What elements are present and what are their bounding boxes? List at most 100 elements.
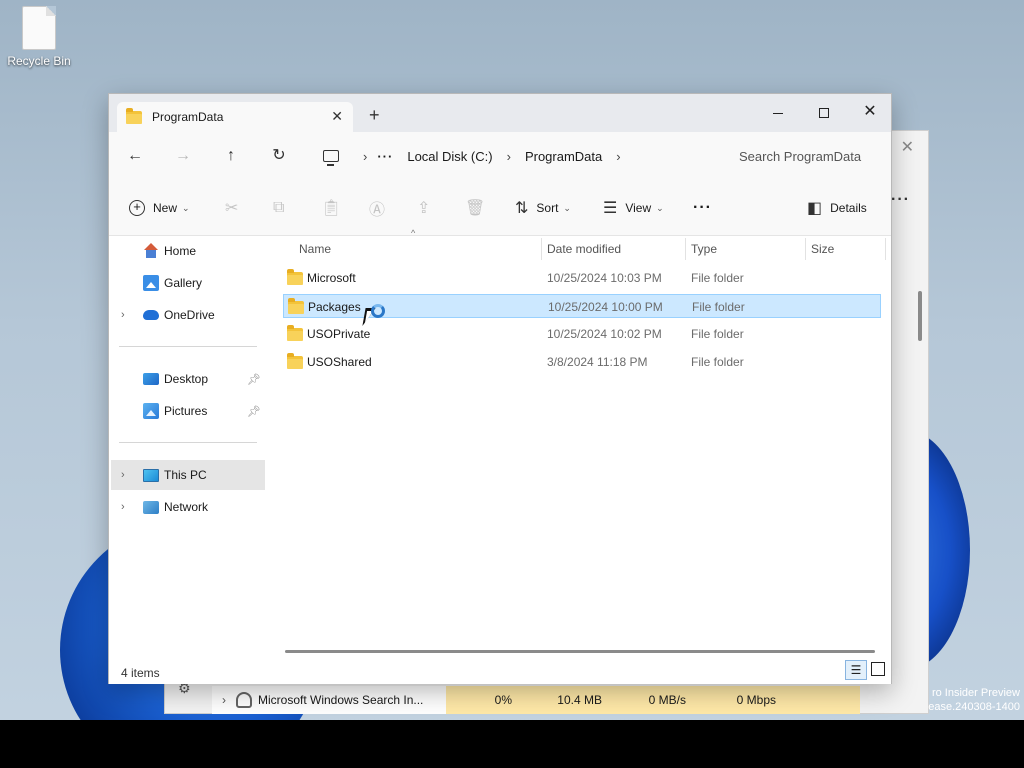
pin-icon[interactable]: 📌︎: [247, 373, 261, 386]
chevron-right-icon[interactable]: ›: [121, 469, 125, 481]
chevron-down-icon: ⌄: [182, 202, 190, 213]
command-bar: + New ⌄ ✂ ⧉ 📋︎ Ⓐ ⇪ 🗑︎ ⇅ Sort ⌄ ☰ View ⌄ …: [109, 180, 891, 236]
back-button[interactable]: ←: [121, 144, 149, 168]
maximize-button[interactable]: [801, 98, 847, 126]
item-count: 4 items: [121, 666, 160, 680]
chevron-right-icon[interactable]: ›: [121, 309, 125, 321]
this-pc-icon: [143, 468, 159, 482]
sidebar-item-network[interactable]: › Network: [111, 492, 265, 522]
column-header-date[interactable]: Date modified: [547, 242, 621, 256]
sidebar-divider: [119, 346, 257, 347]
breadcrumb-overflow-button[interactable]: ···: [377, 149, 393, 164]
sort-label: Sort: [536, 201, 559, 215]
file-type: File folder: [691, 327, 744, 341]
chevron-right-icon[interactable]: ›: [121, 501, 125, 513]
share-button[interactable]: ⇪: [417, 196, 430, 220]
minimize-button[interactable]: [755, 98, 801, 126]
watermark-line: ease.240308-1400: [928, 701, 1020, 713]
forward-button[interactable]: →: [169, 144, 197, 168]
sidebar-item-desktop[interactable]: Desktop 📌︎: [111, 364, 265, 394]
os-watermark: ro Insider Preview ease.240308-1400: [928, 686, 1020, 714]
breadcrumb-separator[interactable]: ›: [507, 149, 511, 164]
see-more-button[interactable]: ···: [693, 196, 712, 220]
file-type: File folder: [691, 271, 744, 285]
table-row[interactable]: USOPrivate 10/25/2024 10:02 PM File fold…: [283, 322, 881, 346]
breadcrumb-programdata[interactable]: ProgramData: [525, 149, 602, 164]
table-row[interactable]: Microsoft 10/25/2024 10:03 PM File folde…: [283, 266, 881, 290]
rename-button[interactable]: Ⓐ: [369, 196, 385, 220]
delete-button[interactable]: 🗑︎: [465, 196, 485, 220]
sidebar-item-label: Pictures: [164, 404, 208, 418]
rename-icon: Ⓐ: [369, 202, 386, 219]
file-explorer-window[interactable]: ProgramData ✕ + ✕ ← → ↑ ↻ › ··· Local Di…: [108, 93, 892, 684]
close-window-button[interactable]: ✕: [847, 98, 893, 126]
column-divider[interactable]: [885, 238, 886, 260]
copy-button[interactable]: ⧉: [273, 196, 284, 220]
sidebar-item-gallery[interactable]: Gallery: [111, 268, 265, 298]
sort-button[interactable]: ⇅ Sort ⌄: [515, 196, 571, 220]
table-row[interactable]: USOShared 3/8/2024 11:18 PM File folder: [283, 350, 881, 374]
address-bar[interactable]: › ··· Local Disk (C:) › ProgramData ›: [313, 138, 715, 174]
tab-title: ProgramData: [152, 110, 224, 124]
cut-button[interactable]: ✂: [225, 196, 238, 220]
up-button[interactable]: ↑: [217, 144, 245, 168]
refresh-button[interactable]: ↻: [265, 144, 293, 168]
user-process-icon: [236, 692, 252, 708]
column-divider[interactable]: [685, 238, 686, 260]
file-list[interactable]: ^ Name Date modified Type Size Microsoft…: [267, 228, 891, 656]
file-name: Packages: [308, 300, 361, 314]
sidebar-item-home[interactable]: Home: [111, 236, 265, 266]
gallery-icon: [143, 275, 159, 291]
sidebar-item-this-pc[interactable]: › This PC: [111, 460, 265, 490]
desktop-folder-icon: [143, 373, 159, 385]
column-header-name[interactable]: Name: [299, 242, 331, 256]
breadcrumb-separator[interactable]: ›: [616, 149, 620, 164]
title-bar[interactable]: ProgramData ✕ + ✕: [109, 94, 891, 132]
details-label: Details: [830, 201, 867, 215]
paste-button[interactable]: 📋︎: [321, 196, 341, 220]
column-header-size[interactable]: Size: [811, 242, 834, 256]
tab-programdata[interactable]: ProgramData ✕: [117, 102, 353, 132]
monitor-icon[interactable]: [323, 150, 339, 166]
sidebar-item-label: Network: [164, 500, 209, 514]
breadcrumb-local-disk[interactable]: Local Disk (C:): [407, 149, 492, 164]
view-label: View: [625, 201, 652, 215]
tab-close-button[interactable]: ✕: [331, 108, 343, 125]
onedrive-icon: [143, 310, 159, 320]
date-modified: 10/25/2024 10:03 PM: [547, 271, 662, 285]
pin-icon[interactable]: 📌︎: [247, 405, 261, 418]
column-divider[interactable]: [805, 238, 806, 260]
details-pane-icon: ◧: [807, 200, 823, 217]
close-icon[interactable]: ✕: [901, 137, 914, 157]
sidebar-item-onedrive[interactable]: › OneDrive: [111, 300, 265, 330]
recycle-bin-label: Recycle Bin: [7, 54, 71, 68]
more-options-icon[interactable]: ···: [891, 191, 910, 209]
chevron-right-icon[interactable]: ›: [212, 693, 236, 707]
search-input[interactable]: Search ProgramData: [725, 138, 889, 174]
pictures-folder-icon: [143, 403, 159, 419]
column-header-type[interactable]: Type: [691, 242, 717, 256]
new-tab-button[interactable]: +: [369, 105, 380, 126]
column-divider[interactable]: [541, 238, 542, 260]
home-icon: [143, 243, 159, 259]
large-icons-view-button[interactable]: [871, 662, 885, 676]
view-list-icon: ☰: [603, 200, 618, 217]
details-pane-button[interactable]: ◧ Details: [807, 196, 867, 220]
new-button[interactable]: + New ⌄: [129, 196, 190, 220]
watermark-line: ro Insider Preview: [931, 687, 1020, 699]
add-icon: +: [129, 200, 145, 216]
folder-icon: [287, 353, 303, 369]
file-name: Microsoft: [307, 271, 356, 285]
process-row[interactable]: › Microsoft Windows Search In... 0% 10.4…: [212, 686, 860, 714]
sort-ascending-icon: ^: [411, 228, 416, 238]
scrollbar[interactable]: [918, 291, 922, 341]
view-button[interactable]: ☰ View ⌄: [603, 196, 664, 220]
details-view-button[interactable]: ☰: [845, 660, 867, 680]
horizontal-scrollbar[interactable]: [285, 650, 875, 653]
chevron-down-icon: ⌄: [563, 202, 571, 213]
sidebar-item-pictures[interactable]: Pictures 📌︎: [111, 396, 265, 426]
folder-icon: [287, 325, 303, 341]
breadcrumb-separator[interactable]: ›: [363, 149, 367, 164]
recycle-bin-shortcut[interactable]: Recycle Bin: [4, 6, 74, 68]
file-type: File folder: [691, 355, 744, 369]
